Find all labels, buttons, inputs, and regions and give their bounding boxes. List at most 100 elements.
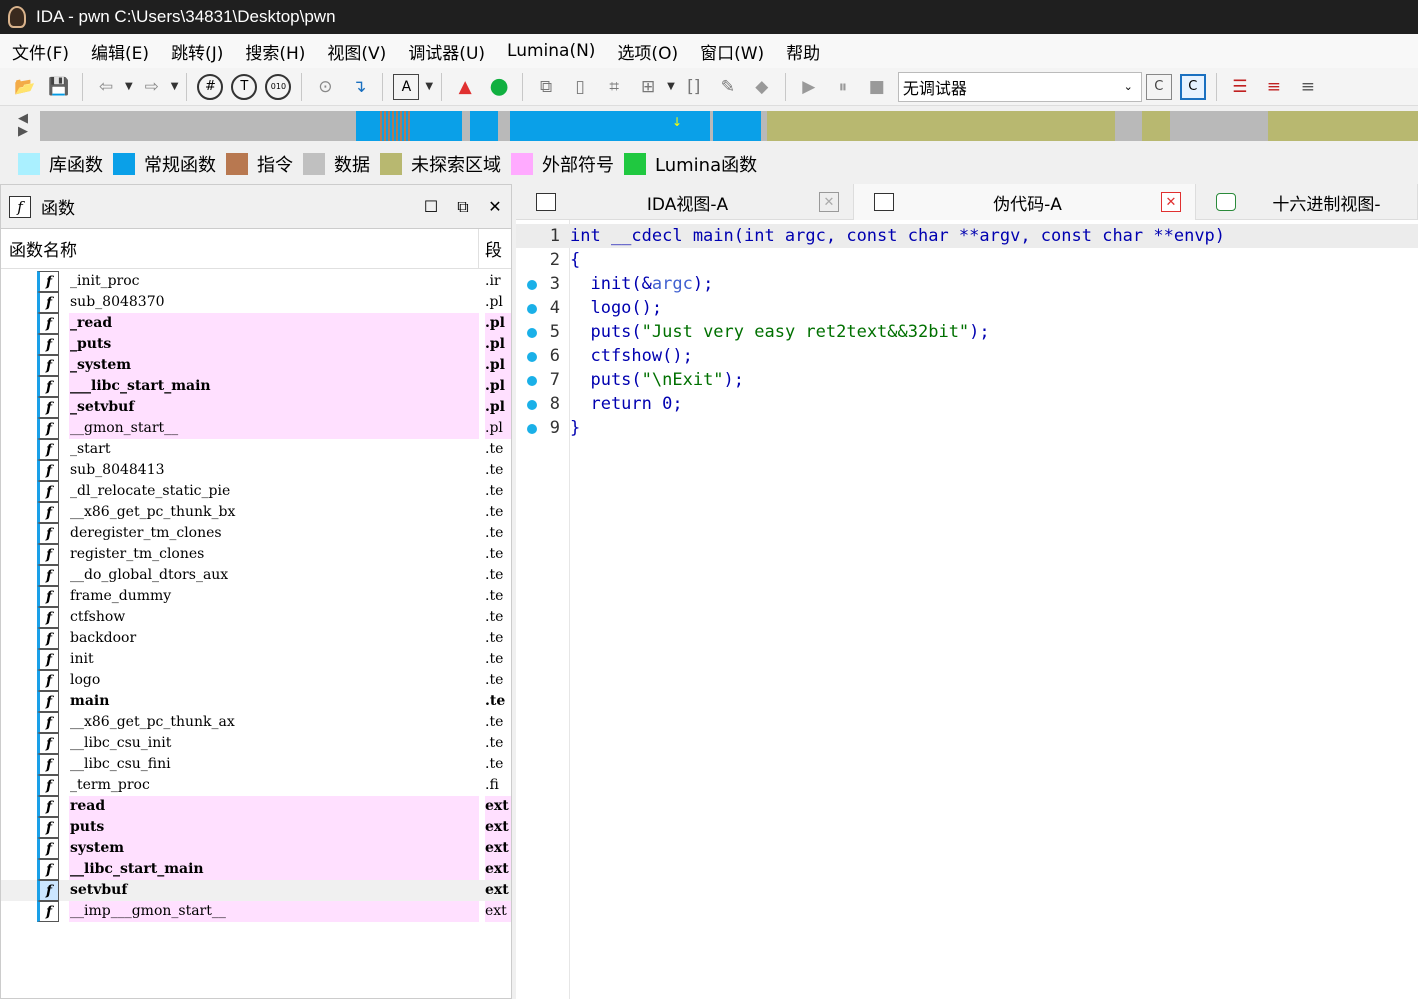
menu-item[interactable]: 窗口(W): [700, 39, 764, 64]
function-row[interactable]: f __x86_get_pc_thunk_bx .te: [1, 502, 511, 523]
function-row[interactable]: f _read .pl: [1, 313, 511, 334]
function-row[interactable]: f read ext: [1, 796, 511, 817]
binary-icon[interactable]: 010: [265, 73, 292, 100]
menu-item[interactable]: 文件(F): [12, 39, 69, 64]
function-row[interactable]: f setvbuf ext: [1, 880, 511, 901]
close-icon[interactable]: ✕: [819, 192, 839, 212]
function-row[interactable]: f ___libc_start_main .pl: [1, 376, 511, 397]
column-segment[interactable]: 段: [479, 236, 502, 261]
function-row[interactable]: f deregister_tm_clones .te: [1, 523, 511, 544]
breakpoint-dot-icon[interactable]: [527, 400, 537, 410]
function-row[interactable]: f init .te: [1, 649, 511, 670]
function-row[interactable]: f _init_proc .ir: [1, 271, 511, 292]
function-row[interactable]: f register_tm_clones .te: [1, 544, 511, 565]
function-row[interactable]: f puts ext: [1, 817, 511, 838]
function-row[interactable]: f sub_8048413 .te: [1, 460, 511, 481]
menu-item[interactable]: 视图(V): [327, 39, 386, 64]
diamond-icon[interactable]: ◆: [749, 74, 775, 100]
code-text: }: [570, 416, 580, 440]
nav-scroll-arrows[interactable]: ◀ ▶: [18, 112, 32, 138]
text-icon[interactable]: T: [231, 73, 258, 100]
stop-icon[interactable]: ■: [864, 74, 890, 100]
chevron-down-icon[interactable]: ▼: [667, 81, 675, 92]
menu-item[interactable]: 编辑(E): [91, 39, 149, 64]
clone-icon[interactable]: ⧉: [533, 74, 559, 100]
back-icon[interactable]: ⇦: [93, 74, 119, 100]
menu-item[interactable]: 调试器(U): [408, 39, 485, 64]
function-row[interactable]: f backdoor .te: [1, 628, 511, 649]
menu-item[interactable]: Lumina(N): [507, 41, 595, 61]
save-icon[interactable]: 💾: [46, 74, 72, 100]
function-row[interactable]: f __gmon_start__ .pl: [1, 418, 511, 439]
function-name: backdoor: [70, 630, 137, 646]
graph-icon[interactable]: ▲: [452, 74, 478, 100]
tab-3[interactable]: 十六进制视图-: [1196, 184, 1418, 220]
breakpoint-dot-icon[interactable]: [527, 304, 537, 314]
function-row[interactable]: f __libc_csu_fini .te: [1, 754, 511, 775]
debugger-select[interactable]: 无调试器 ⌄: [897, 71, 1142, 102]
menu-item[interactable]: 搜索(H): [245, 39, 305, 64]
function-row[interactable]: f __imp___gmon_start__ ext: [1, 901, 511, 922]
line-number: 7: [549, 370, 560, 390]
pause-icon[interactable]: ⏸: [830, 74, 856, 100]
breakpoint-dot-icon[interactable]: [527, 424, 537, 434]
function-row[interactable]: f _system .pl: [1, 355, 511, 376]
list-add-icon[interactable]: ≡: [1261, 74, 1287, 100]
function-row[interactable]: f system ext: [1, 838, 511, 859]
menu-item[interactable]: 选项(O): [617, 39, 678, 64]
line-number: 3: [549, 274, 560, 294]
menu-item[interactable]: 帮助: [786, 39, 820, 64]
function-segment: .pl: [485, 376, 511, 397]
tab-1[interactable]: IDA视图-A ✕: [516, 184, 854, 220]
run-icon[interactable]: ●: [486, 74, 512, 100]
breakpoint-dot-icon[interactable]: [527, 328, 537, 338]
column-function-name[interactable]: 函数名称: [1, 229, 479, 268]
chevron-down-icon[interactable]: ▼: [171, 81, 179, 92]
function-row[interactable]: f _setvbuf .pl: [1, 397, 511, 418]
restore-icon[interactable]: ⧉: [447, 197, 479, 217]
pseudocode-view[interactable]: 1 int __cdecl main(int argc, const char *…: [516, 220, 1418, 999]
function-row[interactable]: f __libc_csu_init .te: [1, 733, 511, 754]
function-row[interactable]: f ctfshow .te: [1, 607, 511, 628]
function-row[interactable]: f frame_dummy .te: [1, 586, 511, 607]
pseudocode-icon: [874, 193, 894, 211]
breakpoint-dot-icon[interactable]: [527, 352, 537, 362]
seg-icon[interactable]: ▯: [567, 74, 593, 100]
function-row[interactable]: f sub_8048370 .pl: [1, 292, 511, 313]
forward-icon[interactable]: ⇨: [139, 74, 165, 100]
chevron-down-icon[interactable]: ▼: [425, 81, 433, 92]
bracket-icon[interactable]: []: [681, 74, 707, 100]
chevron-down-icon[interactable]: ▼: [125, 81, 133, 92]
function-row[interactable]: f _puts .pl: [1, 334, 511, 355]
struct-icon[interactable]: ⌗: [601, 74, 627, 100]
menu-item[interactable]: 跳转(J): [171, 39, 223, 64]
list-remove-icon[interactable]: ≡: [1295, 74, 1321, 100]
functions-panel-header: f 函数 ☐ ⧉ ✕: [1, 185, 511, 229]
navigation-strip[interactable]: ↓: [40, 111, 1418, 141]
function-row[interactable]: f _start .te: [1, 439, 511, 460]
function-row[interactable]: f __libc_start_main ext: [1, 859, 511, 880]
tab-2[interactable]: 伪代码-A ✕: [854, 184, 1196, 220]
edit-icon[interactable]: ✎: [715, 74, 741, 100]
close-icon[interactable]: ✕: [1161, 192, 1181, 212]
pseudocode-c-icon[interactable]: C: [1145, 73, 1172, 100]
function-row[interactable]: f __do_global_dtors_aux .te: [1, 565, 511, 586]
jump-icon[interactable]: ↴: [346, 74, 372, 100]
goto-icon[interactable]: ⊙: [312, 74, 338, 100]
function-row[interactable]: f _dl_relocate_static_pie .te: [1, 481, 511, 502]
function-row[interactable]: f main .te: [1, 691, 511, 712]
breakpoint-dot-icon[interactable]: [527, 376, 537, 386]
list-icon[interactable]: ☰: [1227, 74, 1253, 100]
breakpoint-dot-icon[interactable]: [527, 280, 537, 290]
function-row[interactable]: f __x86_get_pc_thunk_ax .te: [1, 712, 511, 733]
open-icon[interactable]: 📂: [12, 74, 38, 100]
function-row[interactable]: f _term_proc .fi: [1, 775, 511, 796]
play-icon[interactable]: ▶: [796, 74, 822, 100]
hash-icon[interactable]: #: [197, 73, 224, 100]
string-icon[interactable]: A: [393, 73, 420, 100]
pseudocode-c-active-icon[interactable]: C: [1179, 73, 1206, 100]
maximize-icon[interactable]: ☐: [415, 197, 447, 216]
close-icon[interactable]: ✕: [479, 197, 511, 216]
function-row[interactable]: f logo .te: [1, 670, 511, 691]
patch-icon[interactable]: ⊞: [635, 74, 661, 100]
